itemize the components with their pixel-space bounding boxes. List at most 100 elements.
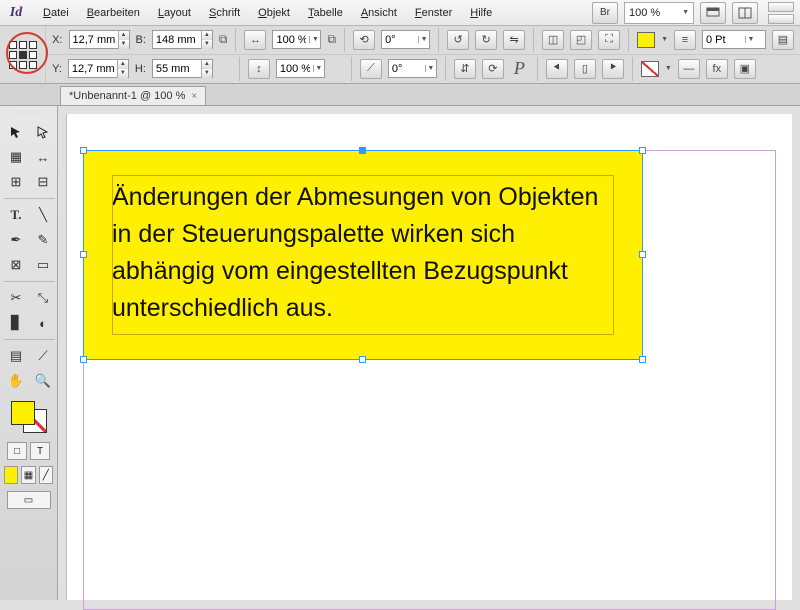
- x-field[interactable]: ▲▼: [69, 30, 130, 49]
- width-field[interactable]: ▲▼: [152, 30, 213, 49]
- zoom-tool[interactable]: 🔍: [31, 370, 55, 392]
- apply-color-button[interactable]: [4, 466, 18, 484]
- text-wrap-button[interactable]: ▣: [734, 59, 756, 79]
- selected-text-frame[interactable]: Änderungen der Abmesungen von Objekten i…: [83, 150, 643, 360]
- gap-tool[interactable]: ↔: [31, 146, 55, 168]
- apply-none-button[interactable]: ╱: [39, 466, 53, 484]
- resize-handle[interactable]: [80, 356, 87, 363]
- type-tool[interactable]: T.: [4, 204, 28, 226]
- format-container-button[interactable]: □: [7, 442, 27, 460]
- page-tool[interactable]: ▦: [4, 146, 28, 168]
- resize-handle[interactable]: [639, 147, 646, 154]
- align-right-button[interactable]: ⯈: [602, 59, 624, 79]
- x-input[interactable]: [70, 31, 118, 48]
- rotate-input[interactable]: [382, 34, 418, 46]
- height-input[interactable]: [153, 60, 201, 77]
- stroke-weight-input[interactable]: [703, 34, 745, 46]
- chevron-down-icon[interactable]: ▼: [309, 36, 320, 43]
- line-tool[interactable]: ╲: [31, 204, 55, 226]
- view-mode-button[interactable]: ▭: [7, 491, 51, 509]
- height-field[interactable]: ▲▼: [152, 59, 213, 78]
- resize-handle[interactable]: [359, 147, 366, 154]
- chevron-down-icon[interactable]: ▼: [661, 36, 668, 43]
- rectangle-tool[interactable]: ▭: [31, 254, 55, 276]
- reference-point-proxy[interactable]: [0, 26, 46, 83]
- document-canvas[interactable]: Änderungen der Abmesungen von Objekten i…: [66, 114, 792, 600]
- chevron-down-icon[interactable]: ▼: [665, 65, 672, 72]
- content-collector-tool[interactable]: ⊞: [4, 171, 28, 193]
- content-placer-tool[interactable]: ⊟: [31, 171, 55, 193]
- menu-schrift[interactable]: Schrift: [202, 4, 247, 22]
- rotate-cw-button[interactable]: ↻: [475, 30, 497, 50]
- bridge-button[interactable]: Br: [592, 2, 618, 24]
- scale-y-field[interactable]: ▼: [276, 59, 325, 78]
- resize-handle[interactable]: [639, 251, 646, 258]
- screen-mode-button[interactable]: [700, 2, 726, 24]
- pencil-tool[interactable]: ✎: [31, 229, 55, 251]
- fill-swatch[interactable]: [637, 32, 655, 48]
- fit-content-button[interactable]: ⛶: [598, 30, 620, 50]
- scissors-tool[interactable]: ✂: [4, 287, 28, 309]
- y-input[interactable]: [69, 60, 117, 77]
- resize-handle[interactable]: [359, 356, 366, 363]
- shear-input[interactable]: [389, 63, 425, 75]
- format-text-button[interactable]: T: [30, 442, 50, 460]
- menu-tabelle[interactable]: Tabelle: [301, 4, 350, 22]
- constrain-proportions-toggle[interactable]: ⧉: [219, 32, 228, 47]
- arrange-documents-button[interactable]: [732, 2, 758, 24]
- close-tab-button[interactable]: ×: [191, 91, 197, 102]
- scale-y-input[interactable]: [277, 63, 313, 75]
- fill-color-icon[interactable]: [11, 401, 35, 425]
- scale-x-input[interactable]: [273, 34, 309, 46]
- note-tool[interactable]: ▤: [4, 345, 28, 367]
- menu-datei[interactable]: Datei: [36, 4, 76, 22]
- align-center-button[interactable]: ▯: [574, 59, 596, 79]
- width-input[interactable]: [153, 31, 201, 48]
- effects-button[interactable]: fx: [706, 59, 728, 79]
- flip-vertical-button[interactable]: ⇵: [454, 59, 476, 79]
- rotate-ccw-button[interactable]: ↺: [447, 30, 469, 50]
- menu-ansicht[interactable]: Ansicht: [354, 4, 404, 22]
- gradient-feather-tool[interactable]: ◐: [31, 312, 55, 334]
- flip-horizontal-button[interactable]: ⇋: [503, 30, 525, 50]
- constrain-scale-toggle[interactable]: ⧉: [327, 32, 336, 47]
- rotate-180-button[interactable]: ⟳: [482, 59, 504, 79]
- eyedropper-tool[interactable]: ⟋: [31, 345, 55, 367]
- panel-grip-icon[interactable]: ::::::::: [4, 110, 53, 118]
- stroke-style-button[interactable]: ―: [678, 59, 700, 79]
- resize-handle[interactable]: [639, 356, 646, 363]
- menu-fenster[interactable]: Fenster: [408, 4, 459, 22]
- workspace-switcher[interactable]: [768, 2, 794, 24]
- scale-x-field[interactable]: ▼: [272, 30, 321, 49]
- menu-hilfe[interactable]: Hilfe: [463, 4, 499, 22]
- resize-handle[interactable]: [80, 251, 87, 258]
- fill-stroke-proxy[interactable]: [9, 399, 49, 435]
- selection-tool[interactable]: [4, 121, 28, 143]
- pen-tool[interactable]: ✒: [4, 229, 28, 251]
- y-field[interactable]: ▲▼: [68, 59, 129, 78]
- rotate-field[interactable]: ▼: [381, 30, 430, 49]
- direct-selection-tool[interactable]: [31, 121, 55, 143]
- shear-icon: ⟋: [360, 59, 382, 79]
- menu-objekt[interactable]: Objekt: [251, 4, 297, 22]
- rectangle-frame-tool[interactable]: ⊠: [4, 254, 28, 276]
- free-transform-tool[interactable]: ⤡: [31, 287, 55, 309]
- hand-tool[interactable]: ✋: [4, 370, 28, 392]
- apply-gradient-button[interactable]: ▦: [21, 466, 35, 484]
- spin-up-icon[interactable]: ▲: [118, 31, 129, 40]
- resize-handle[interactable]: [80, 147, 87, 154]
- menu-layout[interactable]: Layout: [151, 4, 198, 22]
- document-tab[interactable]: *Unbenannt-1 @ 100 % ×: [60, 86, 206, 105]
- menu-bearbeiten[interactable]: Bearbeiten: [80, 4, 147, 22]
- clear-transform-button[interactable]: P: [510, 58, 529, 79]
- gradient-swatch-tool[interactable]: ▊: [4, 312, 28, 334]
- shear-field[interactable]: ▼: [388, 59, 437, 78]
- stroke-weight-field[interactable]: ▼: [702, 30, 766, 49]
- zoom-level-select[interactable]: 100 % ▼: [624, 2, 694, 24]
- panel-menu-button[interactable]: ▤: [772, 30, 794, 50]
- stroke-swatch[interactable]: [641, 61, 659, 77]
- select-content-button[interactable]: ◰: [570, 30, 592, 50]
- select-container-button[interactable]: ◫: [542, 30, 564, 50]
- spin-down-icon[interactable]: ▼: [118, 40, 129, 49]
- align-left-button[interactable]: ⯇: [546, 59, 568, 79]
